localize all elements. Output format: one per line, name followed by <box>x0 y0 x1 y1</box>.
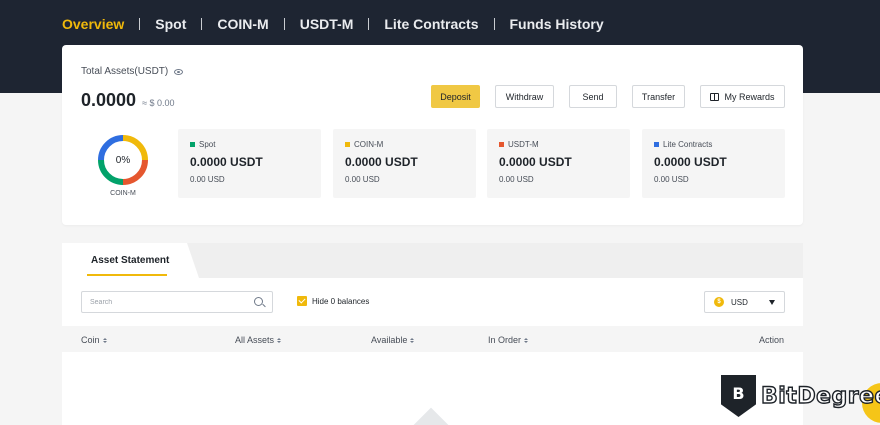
search-input[interactable] <box>90 295 240 309</box>
table-header: Coin All Assets Available In Order Actio… <box>62 326 803 352</box>
tile-fiat: 0.00 USD <box>654 175 689 184</box>
nav-separator <box>283 18 285 30</box>
total-assets-value: 0.0000 <box>81 90 137 110</box>
tab-corner <box>187 243 199 278</box>
tab-asset-statement-label: Asset Statement <box>91 255 170 266</box>
dollar-coin-icon: $ <box>714 297 724 307</box>
donut-caption: COIN-M <box>110 190 136 197</box>
total-assets-label-row: Total Assets(USDT) <box>81 66 184 77</box>
column-all-assets[interactable]: All Assets <box>235 335 282 345</box>
my-rewards-label: My Rewards <box>724 91 775 102</box>
nav-separator <box>493 18 495 30</box>
nav-overview[interactable]: Overview <box>62 16 124 32</box>
tile-label: USDT-M <box>508 140 539 149</box>
column-label: In Order <box>488 335 522 345</box>
hide-zero-checkbox[interactable] <box>297 296 307 306</box>
total-assets-amount: 0.0000 ≈ $ 0.00 <box>81 90 175 111</box>
total-assets-card: Total Assets(USDT) 0.0000 ≈ $ 0.00 Depos… <box>62 45 803 225</box>
total-assets-fiat: ≈ $ 0.00 <box>142 98 175 108</box>
hide-zero-balances-toggle[interactable]: Hide 0 balances <box>297 296 369 306</box>
nav-separator <box>139 18 141 30</box>
nav-coin-m[interactable]: COIN-M <box>217 16 268 32</box>
asset-statement-card: Asset Statement Hide 0 balances $ USD Co… <box>62 243 803 425</box>
nav-spot[interactable]: Spot <box>155 16 186 32</box>
legend-dot-icon <box>345 142 350 147</box>
eye-icon[interactable] <box>174 68 184 75</box>
legend-dot-icon <box>654 142 659 147</box>
allocation-donut: 0% <box>97 134 149 186</box>
column-in-order[interactable]: In Order <box>488 335 529 345</box>
column-coin[interactable]: Coin <box>81 335 107 345</box>
balance-tile-spot: Spot 0.0000 USDT 0.00 USD <box>178 129 321 198</box>
tile-label: Spot <box>199 140 216 149</box>
total-assets-label: Total Assets(USDT) <box>81 66 169 77</box>
column-action: Action <box>759 335 784 345</box>
nav-usdt-m[interactable]: USDT-M <box>300 16 354 32</box>
sort-icon <box>410 337 415 343</box>
tile-value: 0.0000 USDT <box>499 155 572 169</box>
send-button[interactable]: Send <box>569 85 617 108</box>
tile-fiat: 0.00 USD <box>345 175 380 184</box>
search-box[interactable] <box>81 291 273 313</box>
tile-label-row: USDT-M <box>499 140 539 149</box>
legend-dot-icon <box>190 142 195 147</box>
my-rewards-button[interactable]: My Rewards <box>700 85 785 108</box>
nav-lite-contracts[interactable]: Lite Contracts <box>384 16 478 32</box>
column-label: Coin <box>81 335 100 345</box>
tile-label: Lite Contracts <box>663 140 713 149</box>
action-buttons: Deposit Withdraw Send Transfer My Reward… <box>431 85 785 108</box>
gift-icon <box>710 92 720 101</box>
transfer-button[interactable]: Transfer <box>632 85 685 108</box>
column-label: Action <box>759 335 785 345</box>
top-nav: Overview Spot COIN-M USDT-M Lite Contrac… <box>62 15 604 33</box>
column-available[interactable]: Available <box>371 335 415 345</box>
tile-label-row: Lite Contracts <box>654 140 712 149</box>
currency-select[interactable]: $ USD <box>704 291 785 313</box>
balance-tile-coin-m: COIN-M 0.0000 USDT 0.00 USD <box>333 129 476 198</box>
search-icon[interactable] <box>254 297 263 306</box>
withdraw-button[interactable]: Withdraw <box>495 85 554 108</box>
tile-label: COIN-M <box>354 140 384 149</box>
sort-icon <box>524 337 529 343</box>
legend-dot-icon <box>499 142 504 147</box>
tile-fiat: 0.00 USD <box>499 175 534 184</box>
donut-percent: 0% <box>115 154 131 166</box>
active-tab-indicator <box>87 274 167 276</box>
tile-value: 0.0000 USDT <box>654 155 727 169</box>
currency-value: USD <box>731 297 748 307</box>
balance-tile-usdt-m: USDT-M 0.0000 USDT 0.00 USD <box>487 129 630 198</box>
tile-value: 0.0000 USDT <box>190 155 263 169</box>
nav-separator <box>201 18 203 30</box>
tile-label-row: Spot <box>190 140 215 149</box>
tab-asset-statement[interactable]: Asset Statement <box>62 243 187 278</box>
hide-zero-label: Hide 0 balances <box>312 296 370 306</box>
deposit-button[interactable]: Deposit <box>431 85 480 108</box>
sort-icon <box>102 337 107 343</box>
column-label: Available <box>371 335 408 345</box>
watermark-text: BitDegree <box>760 383 880 409</box>
tile-label-row: COIN-M <box>345 140 383 149</box>
balance-tile-lite-contracts: Lite Contracts 0.0000 USDT 0.00 USD <box>642 129 785 198</box>
nav-separator <box>368 18 370 30</box>
column-label: All Assets <box>235 335 275 345</box>
tile-value: 0.0000 USDT <box>345 155 418 169</box>
nav-funds-history[interactable]: Funds History <box>510 16 604 32</box>
tile-fiat: 0.00 USD <box>190 175 225 184</box>
caret-down-icon <box>769 300 775 305</box>
tab-strip: Asset Statement <box>62 243 803 278</box>
watermark: B BitDegree <box>721 375 880 417</box>
sort-icon <box>277 337 282 343</box>
bitdegree-shield-icon: B <box>721 375 756 417</box>
empty-state-icon <box>412 407 450 425</box>
